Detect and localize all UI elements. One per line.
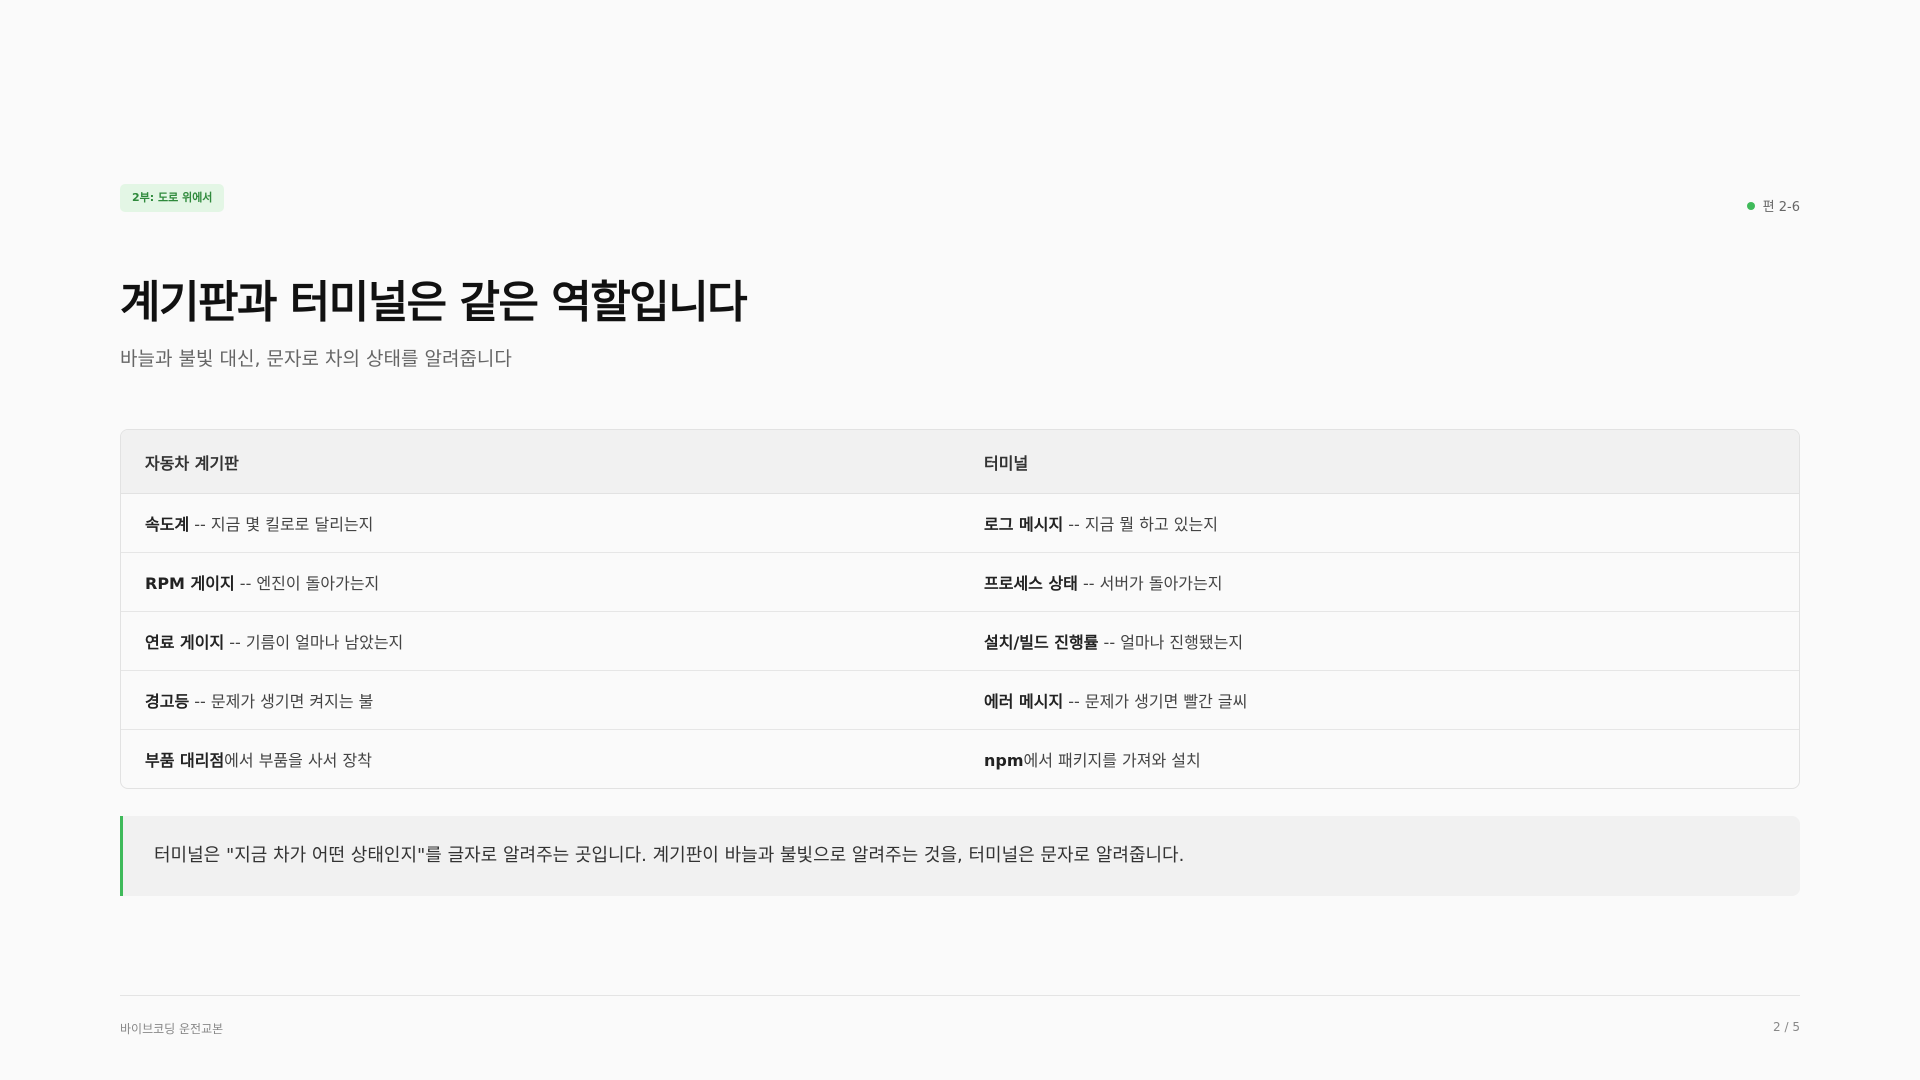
cell-term: 로그 메시지 [984, 515, 1064, 534]
cell-description: 에서 부품을 사서 장착 [224, 751, 372, 770]
table-row: 속도계 -- 지금 몇 킬로로 달리는지 로그 메시지 -- 지금 뭘 하고 있… [121, 493, 1799, 553]
column-header-terminal: 터미널 [960, 430, 1799, 494]
table-cell: 속도계 -- 지금 몇 킬로로 달리는지 [121, 493, 960, 553]
cell-description: -- 기름이 얼마나 남았는지 [224, 633, 404, 652]
comparison-table: 자동차 계기판 터미널 속도계 -- 지금 몇 킬로로 달리는지 로그 메시지 … [120, 429, 1800, 789]
table-cell: 경고등 -- 문제가 생기면 켜지는 불 [121, 670, 960, 730]
table-row: 연료 게이지 -- 기름이 얼마나 남았는지 설치/빌드 진행률 -- 얼마나 … [121, 611, 1799, 671]
table-cell: 에러 메시지 -- 문제가 생기면 빨간 글씨 [960, 670, 1799, 730]
table-cell: 부품 대리점에서 부품을 사서 장착 [121, 730, 960, 789]
table-cell: 설치/빌드 진행률 -- 얼마나 진행됐는지 [960, 611, 1799, 671]
page-title: 계기판과 터미널은 같은 역할입니다 [120, 277, 748, 328]
page-subtitle: 바늘과 불빛 대신, 문자로 차의 상태를 알려줍니다 [120, 348, 512, 370]
table-cell: npm에서 패키지를 가져와 설치 [960, 730, 1799, 789]
table-header-row: 자동차 계기판 터미널 [121, 430, 1799, 494]
cell-description: -- 지금 뭘 하고 있는지 [1063, 515, 1218, 534]
cell-term: 연료 게이지 [145, 633, 225, 652]
cell-description: -- 서버가 돌아가는지 [1077, 574, 1223, 593]
cell-description: -- 지금 몇 킬로로 달리는지 [189, 515, 374, 534]
cell-description: 에서 패키지를 가져와 설치 [1023, 751, 1201, 770]
cell-description: -- 문제가 생기면 켜지는 불 [189, 692, 374, 711]
footer-book-title: 바이브코딩 운전교본 [120, 1022, 224, 1036]
footer-divider [120, 995, 1800, 996]
table-cell: 프로세스 상태 -- 서버가 돌아가는지 [960, 552, 1799, 612]
callout-note: 터미널은 "지금 차가 어떤 상태인지"를 글자로 알려주는 곳입니다. 계기판… [120, 816, 1800, 896]
slide: 2부: 도로 위에서 편 2-6 계기판과 터미널은 같은 역할입니다 바늘과 … [120, 0, 1800, 1080]
episode-indicator: 편 2-6 [1746, 196, 1800, 215]
cell-term: 프로세스 상태 [984, 574, 1078, 593]
column-header-dashboard: 자동차 계기판 [121, 430, 960, 494]
cell-term: 설치/빌드 진행률 [984, 633, 1099, 652]
status-dot-icon [1746, 201, 1755, 210]
cell-term: 경고등 [145, 692, 190, 711]
cell-term: npm [984, 751, 1024, 770]
table-cell: RPM 게이지 -- 엔진이 돌아가는지 [121, 552, 960, 612]
cell-description: -- 문제가 생기면 빨간 글씨 [1063, 692, 1248, 711]
cell-description: -- 엔진이 돌아가는지 [234, 574, 380, 593]
table-cell: 로그 메시지 -- 지금 뭘 하고 있는지 [960, 493, 1799, 553]
cell-term: 속도계 [145, 515, 190, 534]
cell-term: RPM 게이지 [145, 574, 235, 593]
table-row: 부품 대리점에서 부품을 사서 장착 npm에서 패키지를 가져와 설치 [121, 730, 1799, 789]
cell-description: -- 얼마나 진행됐는지 [1098, 633, 1244, 652]
table-row: 경고등 -- 문제가 생기면 켜지는 불 에러 메시지 -- 문제가 생기면 빨… [121, 670, 1799, 730]
section-badge: 2부: 도로 위에서 [120, 184, 225, 212]
page-number: 2 / 5 [1773, 1020, 1800, 1034]
table-row: RPM 게이지 -- 엔진이 돌아가는지 프로세스 상태 -- 서버가 돌아가는… [121, 552, 1799, 612]
episode-label: 편 2-6 [1762, 200, 1800, 215]
cell-term: 부품 대리점 [145, 751, 225, 770]
table-cell: 연료 게이지 -- 기름이 얼마나 남았는지 [121, 611, 960, 671]
cell-term: 에러 메시지 [984, 692, 1064, 711]
